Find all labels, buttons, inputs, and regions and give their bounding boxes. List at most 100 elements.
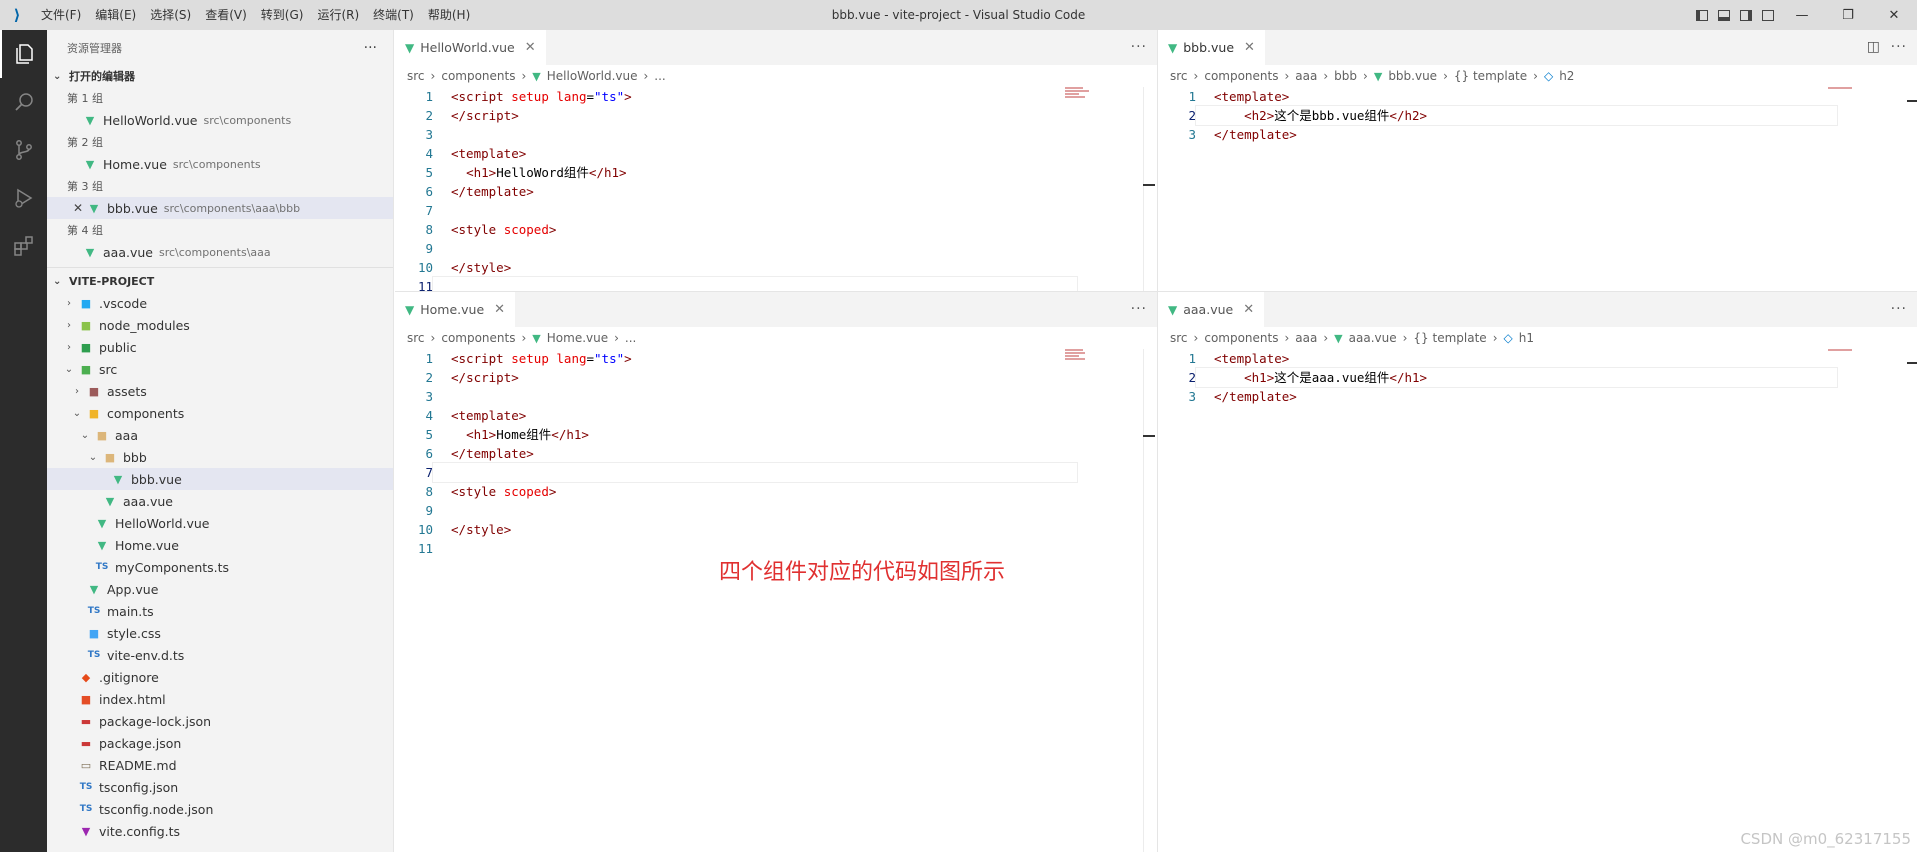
menu-help[interactable]: 帮助(H) <box>421 0 477 30</box>
group-label: 第 1 组 <box>67 92 103 105</box>
overview-ruler-mark <box>1143 184 1155 186</box>
split-editor-icon[interactable]: ◫ <box>1867 30 1881 65</box>
minimap[interactable] <box>1065 349 1091 369</box>
tab-home[interactable]: ▼ Home.vue ✕ <box>395 292 517 327</box>
explorer-more-icon[interactable]: ··· <box>364 40 377 56</box>
menu-file[interactable]: 文件(F) <box>34 0 88 30</box>
tree-item[interactable]: TS vite-env.d.ts <box>47 644 393 666</box>
tree-item[interactable]: › ■ node_modules <box>47 314 393 336</box>
tab-bbb[interactable]: ▼ bbb.vue ✕ <box>1158 30 1266 65</box>
watermark: CSDN @m0_62317155 <box>1740 830 1911 848</box>
tree-item[interactable]: ▭ README.md <box>47 754 393 776</box>
tree-item[interactable]: ⌄ ■ bbb <box>47 446 393 468</box>
breadcrumb: src › components › ▼ HelloWorld.vue › ... <box>407 69 666 83</box>
vscode-logo-icon[interactable]: ⟩ <box>0 0 34 30</box>
tree-item[interactable]: ◆ .gitignore <box>47 666 393 688</box>
tree-item[interactable]: › ■ .vscode <box>47 292 393 314</box>
open-editor-item-active[interactable]: ✕ ▼ bbb.vue src\components\aaa\bbb <box>47 197 393 219</box>
editor-more-icon[interactable]: ··· <box>1131 30 1147 65</box>
tree-item[interactable]: TS myComponents.ts <box>47 556 393 578</box>
tree-item[interactable]: ▼ Home.vue <box>47 534 393 556</box>
open-editor-item[interactable]: ▼ HelloWorld.vue src\components <box>47 109 393 131</box>
editor-more-icon[interactable]: ··· <box>1891 292 1907 327</box>
code-editor[interactable]: 1 <template> 2 <h1>这个是aaa.vue组件</h1> 3 </t… <box>1158 349 1917 406</box>
editor-more-icon[interactable]: ··· <box>1131 292 1147 327</box>
menu-go[interactable]: 转到(G) <box>254 0 311 30</box>
close-icon[interactable]: ✕ <box>1244 40 1255 55</box>
tree-item[interactable]: ▼ vite.config.ts <box>47 820 393 842</box>
vue-file-icon: ▼ <box>85 113 95 127</box>
tree-item[interactable]: TS tsconfig.json <box>47 776 393 798</box>
tree-item[interactable]: ▬ package.json <box>47 732 393 754</box>
minimap[interactable] <box>1828 349 1854 369</box>
open-editor-item[interactable]: ▼ aaa.vue src\components\aaa <box>47 241 393 263</box>
group-label: 第 3 组 <box>67 180 103 193</box>
chevron-right-icon: › <box>67 297 71 309</box>
tree-item[interactable]: ▼ App.vue <box>47 578 393 600</box>
tab-helloworld[interactable]: ▼ HelloWorld.vue ✕ <box>395 30 547 65</box>
chevron-down-icon: ⌄ <box>72 407 82 419</box>
annotation-text: 四个组件对应的代码如图所示 <box>719 560 1006 585</box>
npm-file-icon: ▬ <box>80 736 92 750</box>
minimap[interactable] <box>1828 87 1854 107</box>
typescript-file-icon: TS <box>87 606 101 616</box>
open-editor-item[interactable]: ▼ Home.vue src\components <box>47 153 393 175</box>
tree-item[interactable]: ■ index.html <box>47 688 393 710</box>
tree-item[interactable]: ⌄ ■ src <box>47 358 393 380</box>
tree-item[interactable]: ▬ package-lock.json <box>47 710 393 732</box>
chevron-down-icon: ⌄ <box>53 275 62 287</box>
menu-bar: 文件(F) 编辑(E) 选择(S) 查看(V) 转到(G) 运行(R) 终端(T… <box>34 0 477 30</box>
code-editor[interactable]: 1 <script setup lang="ts"> 2 </script> 3 4… <box>395 349 1157 558</box>
menu-view[interactable]: 查看(V) <box>198 0 254 30</box>
menu-run[interactable]: 运行(R) <box>310 0 366 30</box>
menu-terminal[interactable]: 终端(T) <box>366 0 421 30</box>
editor-more-icon[interactable]: ··· <box>1891 30 1907 65</box>
tree-item[interactable]: ⌄ ■ aaa <box>47 424 393 446</box>
chevron-right-icon: › <box>67 341 71 353</box>
run-debug-icon[interactable] <box>0 174 47 222</box>
editor-group-4: ▼ aaa.vue ✕ ··· src › components › aaa › ▼ aaa… <box>1158 292 1917 852</box>
tab-aaa[interactable]: ▼ aaa.vue ✕ <box>1158 292 1266 327</box>
vue-file-icon: ▼ <box>532 331 541 345</box>
tree-item[interactable]: TS tsconfig.node.json <box>47 798 393 820</box>
close-icon[interactable]: ✕ <box>525 40 536 55</box>
scrollbar-track[interactable] <box>1143 349 1144 852</box>
minimize-button[interactable]: — <box>1779 0 1825 30</box>
open-editors-header[interactable]: ⌄ 打开的编辑器 <box>47 65 393 87</box>
tree-item-active[interactable]: ▼ bbb.vue <box>47 468 393 490</box>
menu-selection[interactable]: 选择(S) <box>143 0 198 30</box>
extensions-icon[interactable] <box>0 222 47 270</box>
close-button[interactable]: ✕ <box>1871 0 1917 30</box>
vue-file-icon: ▼ <box>85 245 95 259</box>
tree-item[interactable]: ⌄ ■ components <box>47 402 393 424</box>
close-icon[interactable]: ✕ <box>494 302 505 317</box>
tree-item[interactable]: TS main.ts <box>47 600 393 622</box>
tree-item[interactable]: › ■ public <box>47 336 393 358</box>
code-editor[interactable]: 1 <script setup lang="ts"> 2 </script> 3 4… <box>395 87 1157 291</box>
tree-item[interactable]: ▼ aaa.vue <box>47 490 393 512</box>
source-control-icon[interactable] <box>0 126 47 174</box>
tree-item[interactable]: › ■ assets <box>47 380 393 402</box>
editor-split-vertical[interactable] <box>1157 30 1158 852</box>
tree-item[interactable]: ▼ HelloWorld.vue <box>47 512 393 534</box>
code-editor[interactable]: 1 <template> 2 <h2>这个是bbb.vue组件</h2> 3 </t… <box>1158 87 1917 144</box>
vue-file-icon: ▼ <box>1334 331 1343 345</box>
scrollbar-track[interactable] <box>1143 87 1144 291</box>
overview-ruler-mark <box>1907 362 1917 364</box>
vue-file-icon: ▼ <box>405 40 415 55</box>
toggle-sidebar-icon[interactable] <box>1691 0 1713 30</box>
search-icon[interactable] <box>0 78 47 126</box>
menu-edit[interactable]: 编辑(E) <box>88 0 143 30</box>
tree-item[interactable]: ■ style.css <box>47 622 393 644</box>
toggle-secondary-sidebar-icon[interactable] <box>1735 0 1757 30</box>
toggle-panel-icon[interactable] <box>1713 0 1735 30</box>
explorer-icon[interactable] <box>0 30 47 78</box>
close-icon[interactable]: ✕ <box>1243 302 1254 317</box>
maximize-button[interactable]: ❐ <box>1825 0 1871 30</box>
project-header[interactable]: ⌄ VITE-PROJECT <box>47 270 393 292</box>
customize-layout-icon[interactable] <box>1757 0 1779 30</box>
editor-split-horizontal[interactable] <box>395 291 1917 292</box>
close-icon[interactable]: ✕ <box>71 201 85 215</box>
editor-group-1: ▼ HelloWorld.vue ✕ ··· src › components › ▼ H… <box>395 30 1157 291</box>
minimap[interactable] <box>1065 87 1091 107</box>
